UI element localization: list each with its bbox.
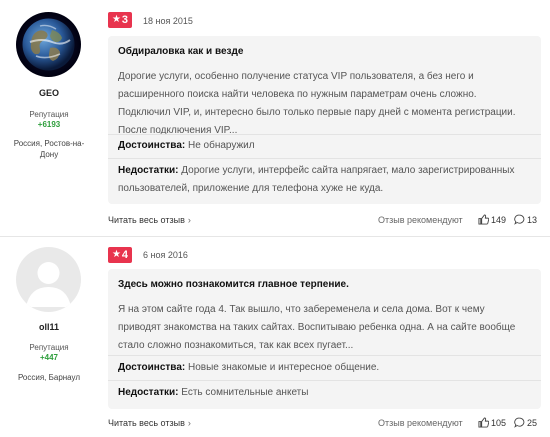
- comment-bubble-icon: [514, 417, 525, 428]
- review-date: 6 ноя 2016: [143, 250, 188, 260]
- author-location: Россия, Барнаул: [17, 373, 81, 382]
- pros-text: Новые знакомые и интересное общение.: [188, 362, 380, 373]
- comments-button[interactable]: 25: [514, 417, 537, 428]
- reputation-label: Репутация: [29, 343, 69, 352]
- reputation-label: Репутация: [29, 110, 69, 119]
- read-full-review-link[interactable]: Читать весь отзыв ›: [108, 215, 191, 225]
- review-body: Обдираловка как и везде Дорогие услуги, …: [108, 36, 541, 204]
- review-cons: Недостатки: Дорогие услуги, интерфейс са…: [118, 162, 533, 198]
- author-name[interactable]: GEO: [0, 88, 98, 98]
- review-text: Дорогие услуги, особенно получение стату…: [118, 71, 516, 136]
- earth-globe-avatar-icon: [16, 12, 81, 77]
- avatar[interactable]: [16, 247, 81, 312]
- comments-count: 25: [527, 417, 538, 428]
- rating-badge: ★ 3: [108, 12, 132, 28]
- likes-count: 149: [491, 214, 507, 225]
- comment-bubble-icon: [514, 214, 525, 225]
- comments-count: 13: [527, 214, 538, 225]
- comments-button[interactable]: 13: [514, 214, 537, 225]
- default-user-avatar-icon: [16, 247, 81, 312]
- chevron-right-icon: ›: [187, 418, 191, 428]
- recommend-label: Отзыв рекомендуют: [378, 215, 463, 225]
- review-cons: Недостатки: Есть сомнительные анкеты: [118, 384, 533, 402]
- rating-value: 4: [121, 249, 129, 261]
- rating-value: 3: [121, 14, 129, 26]
- read-more-label: Читать весь отзыв: [108, 215, 185, 225]
- avatar[interactable]: [16, 12, 81, 77]
- review-pros: Достоинства: Не обнаружил: [118, 137, 533, 155]
- author-name[interactable]: oll11: [0, 322, 98, 332]
- divider: [108, 355, 541, 356]
- review-footer: Читать весь отзыв › Отзыв рекомендуют 105…: [108, 417, 541, 432]
- reputation-value: +447: [39, 353, 59, 362]
- pros-label: Достоинства:: [118, 140, 186, 151]
- like-button[interactable]: 149: [478, 214, 506, 225]
- read-more-label: Читать весь отзыв: [108, 418, 185, 428]
- thumbs-up-icon: [478, 417, 489, 428]
- thumbs-up-icon: [478, 214, 489, 225]
- review-title[interactable]: Здесь можно познакомится главное терпени…: [118, 279, 349, 290]
- review-body: Здесь можно познакомится главное терпени…: [108, 269, 541, 409]
- divider: [108, 158, 541, 159]
- review-card: oll11 Репутация +447 Россия, Барнаул ★ 4…: [0, 237, 550, 437]
- pros-text: Не обнаружил: [188, 140, 255, 151]
- reputation-value: +6193: [37, 120, 61, 129]
- cons-label: Недостатки:: [118, 387, 179, 398]
- review-date: 18 ноя 2015: [143, 16, 193, 26]
- cons-text: Есть сомнительные анкеты: [181, 387, 309, 398]
- review-title[interactable]: Обдираловка как и везде: [118, 46, 243, 57]
- divider: [108, 380, 541, 381]
- cons-label: Недостатки:: [118, 165, 179, 176]
- star-icon: ★: [111, 14, 121, 25]
- rating-badge: ★ 4: [108, 247, 132, 263]
- chevron-right-icon: ›: [187, 215, 191, 225]
- pros-label: Достоинства:: [118, 362, 186, 373]
- review-pros: Достоинства: Новые знакомые и интересное…: [118, 359, 533, 377]
- divider: [108, 134, 541, 135]
- recommend-label: Отзыв рекомендуют: [378, 418, 463, 428]
- like-button[interactable]: 105: [478, 417, 506, 428]
- author-location: Россия, Ростов-на-Дону: [13, 139, 85, 159]
- review-text: Я на этом сайте года 4. Так вышло, что з…: [118, 304, 516, 351]
- read-full-review-link[interactable]: Читать весь отзыв ›: [108, 418, 191, 428]
- star-icon: ★: [111, 249, 121, 260]
- review-footer: Читать весь отзыв › Отзыв рекомендуют 149…: [108, 214, 541, 229]
- likes-count: 105: [491, 417, 507, 428]
- review-card: GEO Репутация +6193 Россия, Ростов-на-До…: [0, 0, 550, 236]
